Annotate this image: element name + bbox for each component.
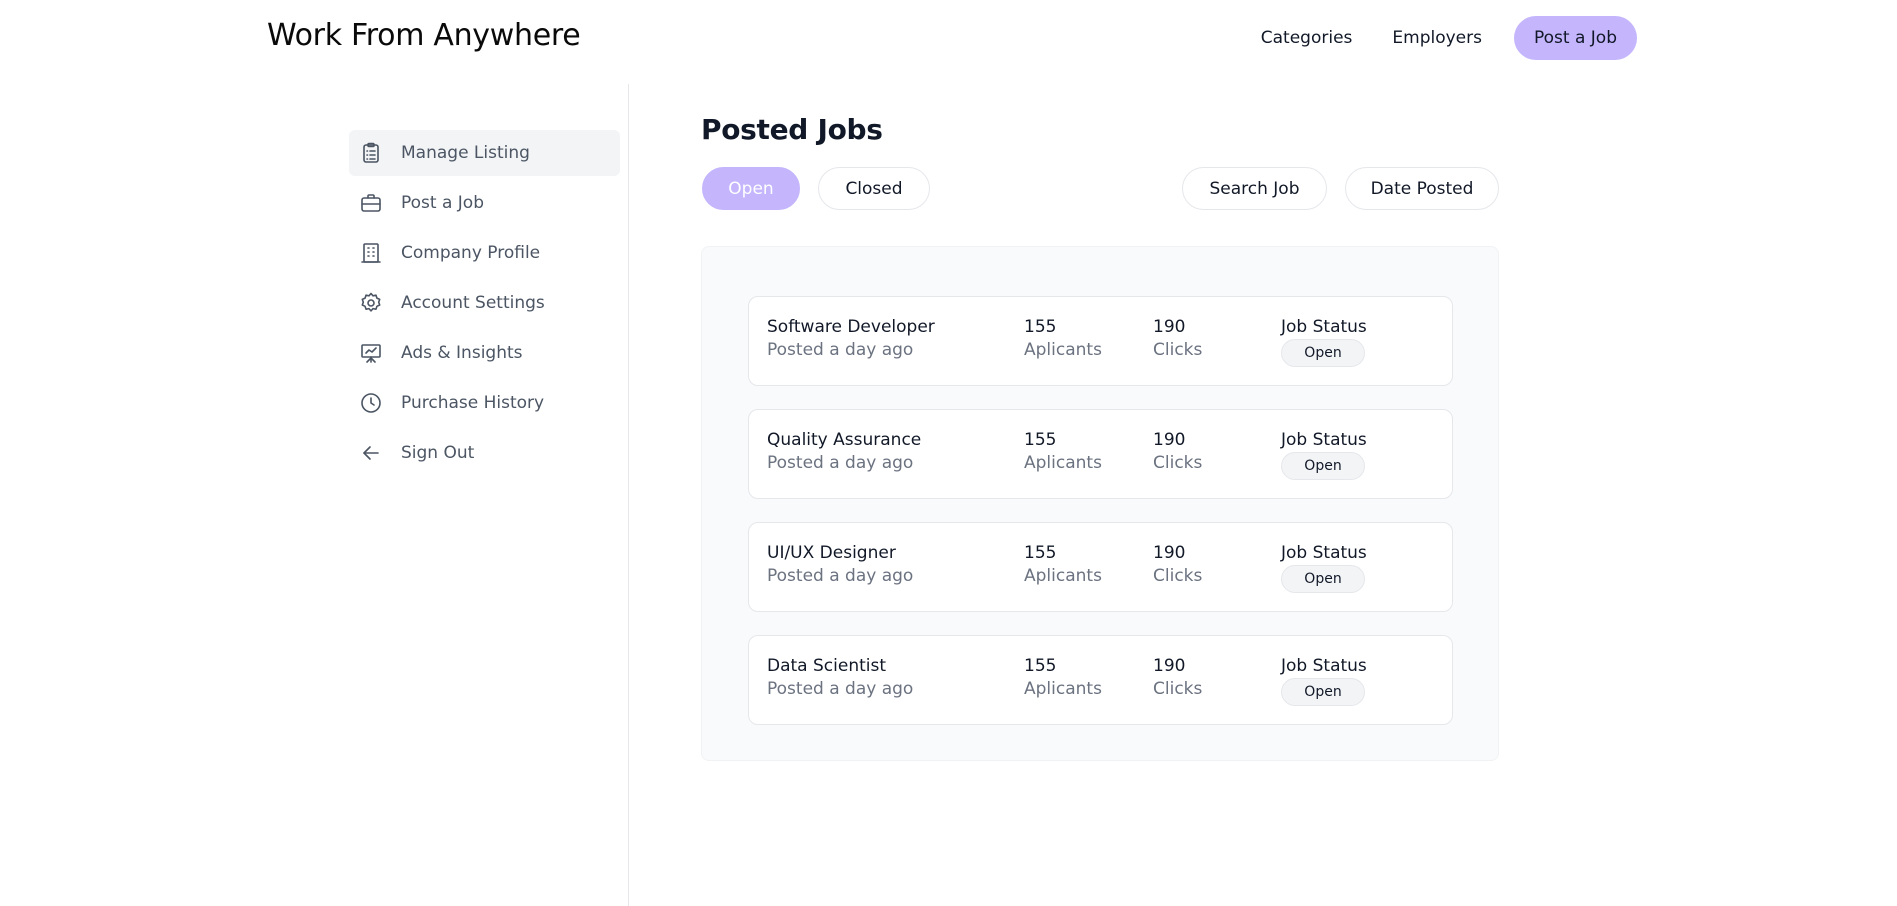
job-card[interactable]: Data Scientist Posted a day ago 155 Apli…	[748, 635, 1453, 725]
sidebar-item-ads-insights[interactable]: Ads & Insights	[349, 330, 620, 376]
job-list-panel: Software Developer Posted a day ago 155 …	[701, 246, 1499, 761]
clicks-label: Clicks	[1153, 679, 1203, 699]
search-job-button[interactable]: Search Job	[1182, 167, 1327, 210]
job-posted-time: Posted a day ago	[767, 566, 914, 586]
applicants-count: 155	[1024, 430, 1057, 450]
job-status-label: Job Status	[1281, 543, 1367, 563]
clicks-label: Clicks	[1153, 566, 1203, 586]
clicks-count: 190	[1153, 430, 1186, 450]
brand-logo[interactable]: Work From Anywhere	[267, 18, 581, 53]
arrow-left-icon	[359, 441, 383, 465]
page-title: Posted Jobs	[701, 113, 883, 146]
applicants-count: 155	[1024, 543, 1057, 563]
sidebar-item-account-settings[interactable]: Account Settings	[349, 280, 620, 326]
job-card[interactable]: Quality Assurance Posted a day ago 155 A…	[748, 409, 1453, 499]
sidebar-item-label: Manage Listing	[401, 143, 530, 163]
sidebar-item-label: Post a Job	[401, 193, 484, 213]
job-card[interactable]: Software Developer Posted a day ago 155 …	[748, 296, 1453, 386]
status-badge: Open	[1281, 678, 1365, 706]
building-icon	[359, 241, 383, 265]
clicks-count: 190	[1153, 656, 1186, 676]
gear-icon	[359, 291, 383, 315]
job-card[interactable]: UI/UX Designer Posted a day ago 155 Apli…	[748, 522, 1453, 612]
sidebar-item-company-profile[interactable]: Company Profile	[349, 230, 620, 276]
sidebar-item-manage-listing[interactable]: Manage Listing	[349, 130, 620, 176]
sidebar-item-sign-out[interactable]: Sign Out	[349, 430, 620, 476]
nav-employers-link[interactable]: Employers	[1372, 18, 1502, 58]
applicants-label: Aplicants	[1024, 679, 1102, 699]
job-posted-time: Posted a day ago	[767, 340, 914, 360]
sidebar-item-post-a-job[interactable]: Post a Job	[349, 180, 620, 226]
sidebar-item-label: Company Profile	[401, 243, 541, 263]
applicants-count: 155	[1024, 656, 1057, 676]
nav-categories-link[interactable]: Categories	[1241, 18, 1373, 58]
clicks-label: Clicks	[1153, 453, 1203, 473]
clock-icon	[359, 391, 383, 415]
tab-open[interactable]: Open	[702, 167, 800, 210]
clicks-count: 190	[1153, 317, 1186, 337]
clicks-count: 190	[1153, 543, 1186, 563]
job-title: Data Scientist	[767, 656, 886, 676]
top-header: Work From Anywhere Categories Employers …	[0, 0, 1897, 80]
status-badge: Open	[1281, 339, 1365, 367]
sidebar-item-label: Sign Out	[401, 443, 475, 463]
briefcase-icon	[359, 191, 383, 215]
status-badge: Open	[1281, 452, 1365, 480]
post-a-job-button[interactable]: Post a Job	[1514, 16, 1637, 60]
status-badge: Open	[1281, 565, 1365, 593]
job-title: Software Developer	[767, 317, 935, 337]
applicants-label: Aplicants	[1024, 340, 1102, 360]
sidebar-divider	[628, 84, 629, 906]
date-posted-button[interactable]: Date Posted	[1345, 167, 1499, 210]
applicants-label: Aplicants	[1024, 566, 1102, 586]
applicants-label: Aplicants	[1024, 453, 1102, 473]
sidebar: Manage Listing Post a Job Company Profil…	[349, 130, 620, 480]
applicants-count: 155	[1024, 317, 1057, 337]
presentation-icon	[359, 341, 383, 365]
job-status-label: Job Status	[1281, 430, 1367, 450]
clicks-label: Clicks	[1153, 340, 1203, 360]
job-status-label: Job Status	[1281, 317, 1367, 337]
sidebar-item-label: Account Settings	[401, 293, 545, 313]
job-posted-time: Posted a day ago	[767, 453, 914, 473]
tab-closed[interactable]: Closed	[818, 167, 930, 210]
sidebar-item-purchase-history[interactable]: Purchase History	[349, 380, 620, 426]
job-title: UI/UX Designer	[767, 543, 896, 563]
job-status-label: Job Status	[1281, 656, 1367, 676]
job-posted-time: Posted a day ago	[767, 679, 914, 699]
sidebar-item-label: Purchase History	[401, 393, 545, 413]
top-nav: Categories Employers Post a Job	[1241, 16, 1637, 60]
clipboard-icon	[359, 141, 383, 165]
job-title: Quality Assurance	[767, 430, 922, 450]
sidebar-item-label: Ads & Insights	[401, 343, 523, 363]
